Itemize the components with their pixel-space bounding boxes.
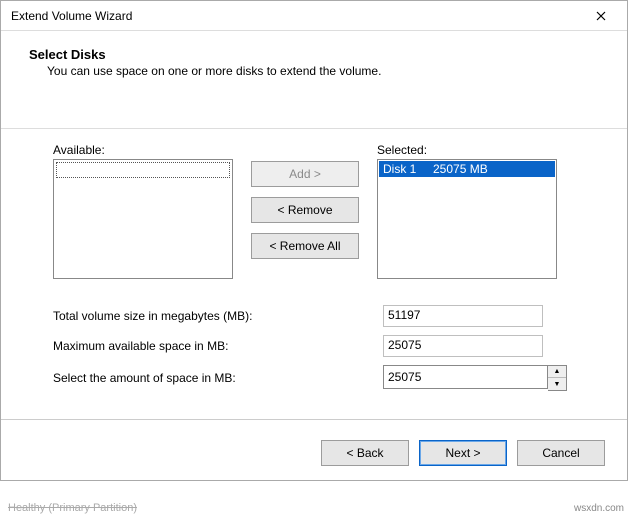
total-size-label: Total volume size in megabytes (MB): bbox=[53, 309, 383, 323]
selected-label: Selected: bbox=[377, 143, 557, 157]
window-title: Extend Volume Wizard bbox=[11, 9, 132, 23]
amount-spinner: ▲ ▼ bbox=[383, 365, 543, 391]
footer-divider bbox=[1, 419, 627, 420]
chevron-down-icon: ▼ bbox=[554, 381, 561, 388]
available-column: Available: bbox=[53, 143, 233, 279]
content: Available: Add > < Remove < Remove All S… bbox=[23, 129, 605, 391]
back-button[interactable]: < Back bbox=[321, 440, 409, 466]
cancel-button[interactable]: Cancel bbox=[517, 440, 605, 466]
available-listbox[interactable] bbox=[53, 159, 233, 279]
page-subtext: You can use space on one or more disks t… bbox=[47, 64, 605, 78]
disk-lists-row: Available: Add > < Remove < Remove All S… bbox=[53, 143, 575, 279]
page-heading: Select Disks bbox=[29, 47, 605, 62]
selected-listbox[interactable]: Disk 1 25075 MB bbox=[377, 159, 557, 279]
remove-button[interactable]: < Remove bbox=[251, 197, 359, 223]
max-space-label: Maximum available space in MB: bbox=[53, 339, 383, 353]
focus-rect bbox=[56, 162, 230, 178]
transfer-buttons: Add > < Remove < Remove All bbox=[251, 161, 359, 259]
spin-up-button[interactable]: ▲ bbox=[548, 366, 566, 378]
background-partition-text: Healthy (Primary Partition) bbox=[8, 502, 137, 514]
total-size-value: 51197 bbox=[383, 305, 543, 327]
watermark: wsxdn.com bbox=[574, 503, 624, 514]
spin-down-button[interactable]: ▼ bbox=[548, 378, 566, 390]
titlebar: Extend Volume Wizard bbox=[1, 1, 627, 31]
remove-all-button[interactable]: < Remove All bbox=[251, 233, 359, 259]
selected-column: Selected: Disk 1 25075 MB bbox=[377, 143, 557, 279]
amount-input[interactable] bbox=[383, 365, 548, 389]
add-button[interactable]: Add > bbox=[251, 161, 359, 187]
wizard-footer: < Back Next > Cancel bbox=[1, 430, 627, 480]
close-icon bbox=[596, 8, 606, 24]
close-button[interactable] bbox=[581, 3, 621, 29]
client-area: Select Disks You can use space on one or… bbox=[1, 31, 627, 430]
amount-label: Select the amount of space in MB: bbox=[53, 371, 383, 385]
list-item[interactable]: Disk 1 25075 MB bbox=[379, 161, 555, 177]
max-space-value: 25075 bbox=[383, 335, 543, 357]
spinner-buttons: ▲ ▼ bbox=[548, 365, 567, 391]
next-button[interactable]: Next > bbox=[419, 440, 507, 466]
wizard-window: Extend Volume Wizard Select Disks You ca… bbox=[0, 0, 628, 481]
available-label: Available: bbox=[53, 143, 233, 157]
chevron-up-icon: ▲ bbox=[554, 368, 561, 375]
size-fields: Total volume size in megabytes (MB): 511… bbox=[53, 305, 575, 391]
